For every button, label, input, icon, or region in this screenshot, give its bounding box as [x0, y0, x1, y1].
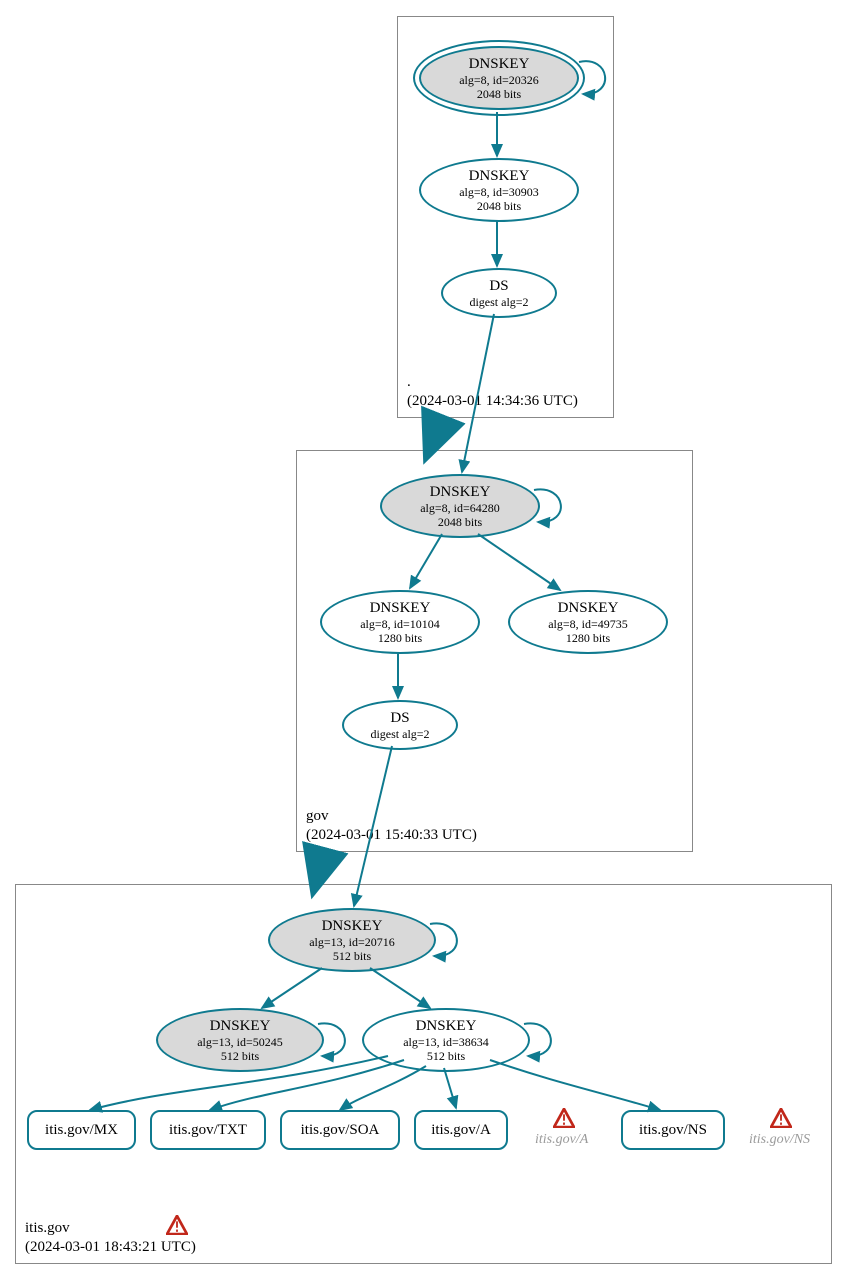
itis-zsk1-l2: 512 bits	[221, 1049, 259, 1063]
node-gov-zsk2[interactable]: DNSKEY alg=8, id=49735 1280 bits	[508, 590, 668, 654]
gov-ksk-title: DNSKEY	[430, 483, 491, 501]
itis-ksk-title: DNSKEY	[322, 917, 383, 935]
rr-mx[interactable]: itis.gov/MX	[27, 1110, 136, 1150]
node-itis-zsk1[interactable]: DNSKEY alg=13, id=50245 512 bits	[156, 1008, 324, 1072]
root-zsk-title: DNSKEY	[469, 167, 530, 185]
itis-zsk1-title: DNSKEY	[210, 1017, 271, 1035]
rr-ns-warn-label: itis.gov/NS	[749, 1132, 810, 1149]
gov-zsk2-title: DNSKEY	[558, 599, 619, 617]
node-itis-ksk[interactable]: DNSKEY alg=13, id=20716 512 bits	[268, 908, 436, 972]
warning-icon-zone	[166, 1215, 188, 1235]
rr-a-warn-label: itis.gov/A	[535, 1132, 588, 1149]
zone-root-label: . (2024-03-01 14:34:36 UTC)	[407, 373, 578, 411]
zone-gov-label: gov (2024-03-01 15:40:33 UTC)	[306, 807, 477, 845]
zone-gov-name: gov	[306, 808, 329, 824]
zone-root-name: .	[407, 374, 411, 390]
root-ksk-l2: 2048 bits	[477, 87, 521, 101]
root-ksk-title: DNSKEY	[469, 55, 530, 73]
zone-itis-name: itis.gov	[25, 1220, 70, 1236]
itis-ksk-l2: 512 bits	[333, 949, 371, 963]
itis-zsk2-l1: alg=13, id=38634	[403, 1035, 489, 1049]
zone-root-ts: (2024-03-01 14:34:36 UTC)	[407, 393, 578, 409]
rr-ns[interactable]: itis.gov/NS	[621, 1110, 725, 1150]
warning-icon-a	[553, 1108, 575, 1128]
node-root-ds[interactable]: DS digest alg=2	[441, 268, 557, 318]
node-root-zsk[interactable]: DNSKEY alg=8, id=30903 2048 bits	[419, 158, 579, 222]
node-gov-ksk[interactable]: DNSKEY alg=8, id=64280 2048 bits	[380, 474, 540, 538]
node-gov-ds[interactable]: DS digest alg=2	[342, 700, 458, 750]
root-ds-l1: digest alg=2	[469, 295, 528, 309]
node-itis-zsk2[interactable]: DNSKEY alg=13, id=38634 512 bits	[362, 1008, 530, 1072]
zone-gov-ts: (2024-03-01 15:40:33 UTC)	[306, 827, 477, 843]
gov-ds-l1: digest alg=2	[370, 727, 429, 741]
root-ds-title: DS	[489, 277, 508, 295]
root-zsk-l1: alg=8, id=30903	[459, 185, 539, 199]
rr-soa[interactable]: itis.gov/SOA	[280, 1110, 400, 1150]
itis-ksk-l1: alg=13, id=20716	[309, 935, 395, 949]
gov-zsk1-title: DNSKEY	[370, 599, 431, 617]
warning-icon-ns	[770, 1108, 792, 1128]
rr-txt[interactable]: itis.gov/TXT	[150, 1110, 266, 1150]
root-ksk-l1: alg=8, id=20326	[459, 73, 539, 87]
itis-zsk2-l2: 512 bits	[427, 1049, 465, 1063]
gov-zsk1-l2: 1280 bits	[378, 631, 422, 645]
gov-zsk1-l1: alg=8, id=10104	[360, 617, 440, 631]
gov-zsk2-l2: 1280 bits	[566, 631, 610, 645]
itis-zsk2-title: DNSKEY	[416, 1017, 477, 1035]
gov-ksk-l1: alg=8, id=64280	[420, 501, 500, 515]
itis-zsk1-l1: alg=13, id=50245	[197, 1035, 283, 1049]
node-gov-zsk1[interactable]: DNSKEY alg=8, id=10104 1280 bits	[320, 590, 480, 654]
gov-zsk2-l1: alg=8, id=49735	[548, 617, 628, 631]
root-zsk-l2: 2048 bits	[477, 199, 521, 213]
node-root-ksk[interactable]: DNSKEY alg=8, id=20326 2048 bits	[419, 46, 579, 110]
zone-itis-ts: (2024-03-01 18:43:21 UTC)	[25, 1239, 196, 1255]
gov-ds-title: DS	[390, 709, 409, 727]
gov-ksk-l2: 2048 bits	[438, 515, 482, 529]
rr-a[interactable]: itis.gov/A	[414, 1110, 508, 1150]
